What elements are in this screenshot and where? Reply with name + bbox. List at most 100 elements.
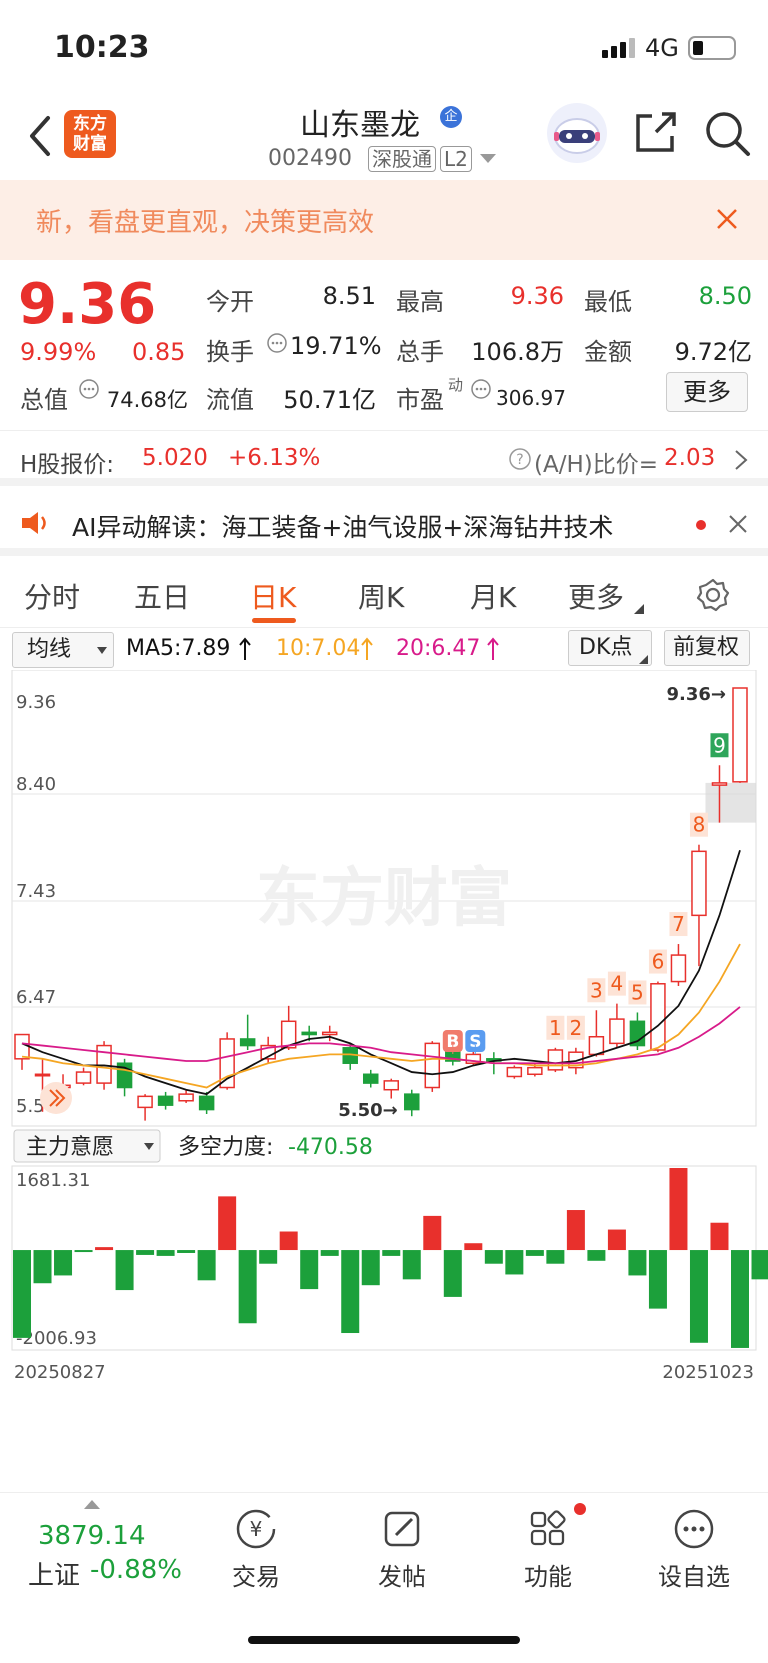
corner-arrow-icon — [634, 604, 644, 614]
tab-intraday[interactable]: 分时 — [24, 576, 80, 616]
indicator-bar — [74, 1250, 93, 1253]
grid-icon — [530, 1510, 566, 1546]
indicator-bar — [751, 1250, 768, 1280]
y-tick-label: 7.43 — [16, 881, 56, 902]
chart-controls: 均线 MA5:7.89 10:7.04 20:6.47 DK点 前复权 — [0, 630, 768, 670]
status-bar: 10:23 4G — [0, 0, 768, 90]
tab-more[interactable]: 更多 — [568, 576, 624, 616]
candle — [383, 1078, 400, 1099]
tab-five-day[interactable]: 五日 — [134, 576, 190, 616]
tab-weekly-k[interactable]: 周K — [358, 576, 404, 616]
candle-body — [670, 954, 687, 983]
candle-body — [527, 1066, 543, 1076]
brand-logo: 东方 财富 — [64, 110, 116, 158]
indicator-bar — [505, 1250, 524, 1275]
candle — [650, 981, 666, 1053]
indicator-bar — [546, 1250, 565, 1264]
ai-insight-text: AI异动解读：海工装备+油气设服+深海钻井技术 — [72, 513, 614, 542]
gear-icon[interactable] — [696, 578, 730, 612]
candle-body — [711, 782, 728, 786]
search-icon[interactable] — [704, 110, 752, 158]
h-share-change: +6.13% — [228, 445, 321, 471]
kline-chart[interactable]: 9.368.407.436.475.50东方财富1 23 4 56789B S9.36→… — [0, 670, 768, 1460]
amount-value: 9.72亿 — [674, 338, 752, 366]
robot-assistant-icon[interactable] — [546, 102, 608, 164]
back-icon[interactable] — [26, 114, 54, 158]
close-icon[interactable] — [728, 514, 748, 534]
turnover-value: 19.71% — [290, 332, 382, 360]
candle-body — [321, 1031, 338, 1036]
high-label: 最高 — [396, 288, 444, 316]
chevron-down-icon[interactable] — [480, 154, 496, 164]
candle — [547, 1047, 564, 1073]
active-tab-indicator — [252, 618, 296, 623]
gap-zone — [705, 782, 756, 823]
candle-body — [404, 1093, 420, 1111]
indicator-bar — [341, 1250, 360, 1334]
candle — [588, 1010, 605, 1057]
adjust-button[interactable]: 前复权 — [664, 630, 750, 666]
info-dots-icon[interactable] — [266, 332, 288, 354]
ah-ratio-value: 2.03 — [664, 445, 716, 471]
help-icon[interactable]: ? — [508, 447, 532, 471]
volume-value: 106.8万 — [471, 338, 564, 366]
tab-daily-k[interactable]: 日K — [250, 576, 296, 616]
nav-trade[interactable]: ¥ 交易 — [206, 1507, 306, 1592]
promo-banner[interactable]: 新，看盘更直观，决策更高效 — [0, 180, 768, 260]
index-change: -0.88% — [90, 1555, 182, 1585]
nav-post[interactable]: 发帖 — [352, 1507, 452, 1592]
indicator-bar — [484, 1250, 503, 1264]
index-value[interactable]: 3879.14 — [38, 1521, 146, 1551]
tag-l2: L2 — [440, 146, 472, 172]
indicator-bar — [320, 1250, 339, 1256]
indicator-bar — [710, 1222, 729, 1251]
tag-sgt: 深股通 — [368, 146, 436, 172]
ma-select[interactable]: 均线 — [12, 632, 114, 668]
indicator-label: 多空力度: — [178, 1135, 273, 1160]
indicator-bar — [628, 1250, 647, 1276]
share-icon[interactable] — [632, 110, 678, 156]
candle-body — [609, 1018, 625, 1045]
home-indicator — [248, 1636, 520, 1644]
h-share-row[interactable]: H股报价: 5.020 +6.13% ? (A/H)比价= 2.03 — [0, 430, 768, 486]
pe-superscript: 动 — [448, 376, 464, 394]
stock-header: 东方 财富 山东墨龙 企 002490 深股通 L2 — [0, 90, 768, 180]
scroll-back-icon — [40, 1082, 72, 1114]
caret-up-icon[interactable] — [84, 1499, 100, 1509]
notification-dot — [574, 1503, 586, 1515]
info-dots-icon[interactable] — [470, 378, 492, 400]
close-icon[interactable] — [716, 208, 738, 230]
signal-label: 6 — [652, 950, 665, 974]
candle-body — [424, 1042, 441, 1089]
dk-point-button[interactable]: DK点 — [568, 630, 652, 666]
indicator-bar — [382, 1250, 401, 1256]
ah-ratio-label: (A/H)比价= — [534, 452, 658, 478]
indicator-bar — [361, 1250, 380, 1286]
indicator-bar — [115, 1250, 134, 1291]
low-label: 最低 — [584, 288, 632, 316]
tab-monthly-k[interactable]: 月K — [470, 576, 516, 616]
more-button[interactable]: 更多 — [666, 372, 748, 412]
pe-value: 306.97 — [496, 386, 566, 410]
mktcap-label: 总值 — [20, 386, 68, 414]
dk-point-label: DK点 — [579, 635, 633, 660]
trade-icon: ¥ — [236, 1509, 276, 1549]
ai-insight-row[interactable]: AI异动解读：海工装备+油气设服+深海钻井技术 — [0, 494, 768, 556]
indicator-bar — [54, 1250, 73, 1276]
sell-marker-label: S — [469, 1032, 481, 1052]
candle — [404, 1089, 420, 1117]
nav-watchlist[interactable]: 设自选 — [644, 1507, 744, 1592]
pe-label: 市盈 — [396, 386, 444, 414]
nav-function[interactable]: 功能 — [498, 1507, 598, 1592]
signal-label: 8 — [693, 813, 706, 837]
info-dots-icon[interactable] — [78, 378, 100, 400]
signal-label: 9 — [713, 733, 726, 757]
chevron-right-icon[interactable] — [734, 449, 748, 471]
candle — [732, 687, 748, 783]
h-share-label: H股报价: — [20, 452, 115, 478]
low-annotation: 5.50→ — [338, 1100, 398, 1121]
candle — [670, 944, 687, 986]
low-value: 8.50 — [698, 282, 752, 310]
y-tick-label: 6.47 — [16, 987, 56, 1008]
status-time: 10:23 — [54, 30, 150, 65]
